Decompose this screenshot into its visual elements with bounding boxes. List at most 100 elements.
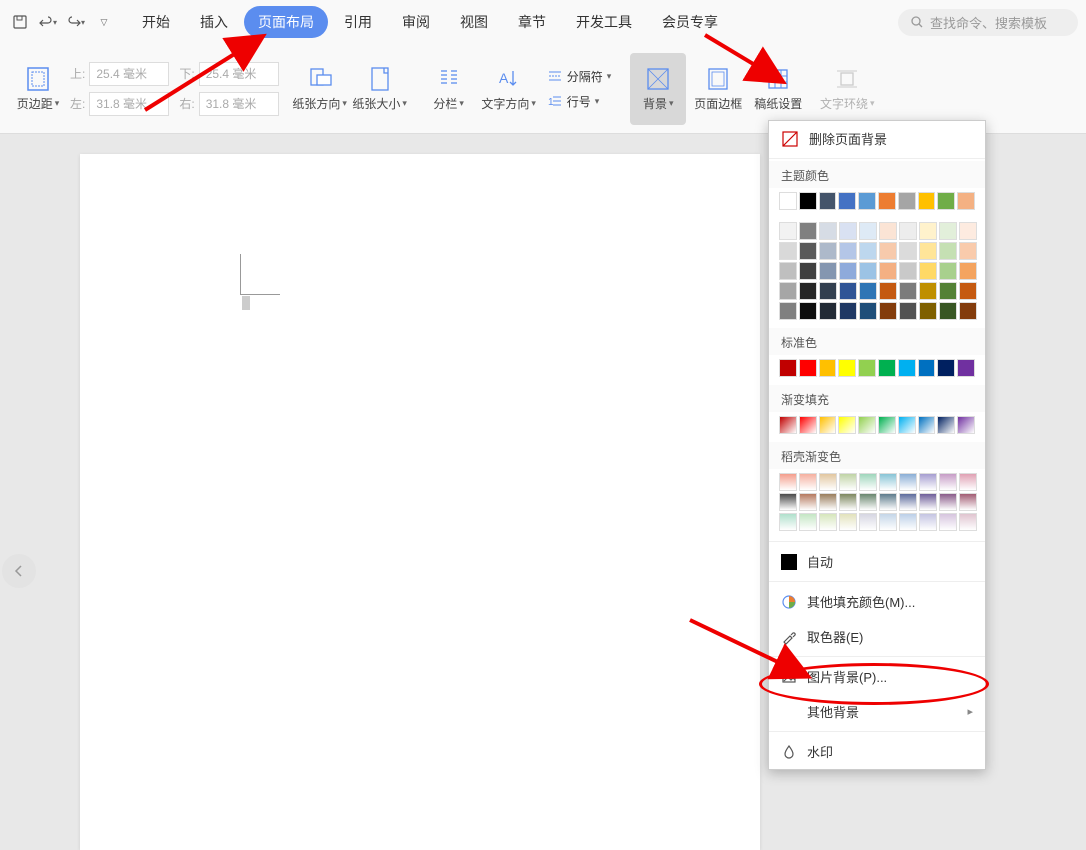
color-swatch[interactable] <box>899 513 917 531</box>
color-swatch[interactable] <box>799 262 817 280</box>
auto-color-item[interactable]: 自动 <box>769 544 985 579</box>
document-page[interactable] <box>80 154 760 850</box>
color-swatch[interactable] <box>819 359 837 377</box>
prev-page-button[interactable] <box>2 554 36 588</box>
color-swatch[interactable] <box>937 359 955 377</box>
color-swatch[interactable] <box>799 192 817 210</box>
color-swatch[interactable] <box>819 493 837 511</box>
color-swatch[interactable] <box>779 302 797 320</box>
color-swatch[interactable] <box>779 359 797 377</box>
separator-button[interactable]: 分隔符▾ <box>541 66 618 87</box>
margin-left-input[interactable] <box>89 92 169 116</box>
page-border-button[interactable]: 页面边框 <box>690 53 746 125</box>
color-swatch[interactable] <box>937 192 955 210</box>
color-swatch[interactable] <box>839 222 857 240</box>
color-swatch[interactable] <box>939 242 957 260</box>
color-swatch[interactable] <box>858 192 876 210</box>
color-swatch[interactable] <box>959 493 977 511</box>
color-swatch[interactable] <box>838 359 856 377</box>
color-swatch[interactable] <box>919 493 937 511</box>
color-swatch[interactable] <box>779 192 797 210</box>
color-swatch[interactable] <box>957 416 975 434</box>
color-swatch[interactable] <box>859 513 877 531</box>
color-swatch[interactable] <box>959 262 977 280</box>
menu-vip[interactable]: 会员专享 <box>648 6 732 38</box>
color-swatch[interactable] <box>839 302 857 320</box>
color-swatch[interactable] <box>839 493 857 511</box>
color-swatch[interactable] <box>919 222 937 240</box>
color-swatch[interactable] <box>959 513 977 531</box>
color-swatch[interactable] <box>919 242 937 260</box>
color-swatch[interactable] <box>799 416 817 434</box>
color-swatch[interactable] <box>779 513 797 531</box>
search-box[interactable]: 查找命令、搜索模板 <box>898 9 1078 36</box>
color-swatch[interactable] <box>859 473 877 491</box>
color-swatch[interactable] <box>939 262 957 280</box>
color-swatch[interactable] <box>879 493 897 511</box>
redo-icon[interactable]: ▾ <box>64 10 88 34</box>
columns-button[interactable]: 分栏 <box>421 53 477 125</box>
color-swatch[interactable] <box>918 192 936 210</box>
color-swatch[interactable] <box>898 416 916 434</box>
other-background-item[interactable]: 其他背景 ▸ <box>769 694 985 729</box>
watermark-item[interactable]: 水印 <box>769 734 985 769</box>
color-swatch[interactable] <box>819 262 837 280</box>
color-swatch[interactable] <box>879 473 897 491</box>
color-swatch[interactable] <box>937 416 955 434</box>
margin-bottom-input[interactable] <box>199 62 279 86</box>
color-swatch[interactable] <box>899 262 917 280</box>
color-swatch[interactable] <box>859 222 877 240</box>
color-swatch[interactable] <box>839 262 857 280</box>
color-swatch[interactable] <box>959 222 977 240</box>
more-colors-item[interactable]: 其他填充颜色(M)... <box>769 584 985 619</box>
color-swatch[interactable] <box>819 513 837 531</box>
color-swatch[interactable] <box>819 302 837 320</box>
color-swatch[interactable] <box>779 242 797 260</box>
color-swatch[interactable] <box>779 416 797 434</box>
color-swatch[interactable] <box>899 222 917 240</box>
color-swatch[interactable] <box>939 282 957 300</box>
color-swatch[interactable] <box>878 192 896 210</box>
menu-references[interactable]: 引用 <box>330 6 386 38</box>
color-swatch[interactable] <box>959 473 977 491</box>
color-swatch[interactable] <box>879 513 897 531</box>
color-swatch[interactable] <box>898 359 916 377</box>
margins-button[interactable]: 页边距 <box>10 53 66 125</box>
menu-start[interactable]: 开始 <box>128 6 184 38</box>
background-button[interactable]: 背景 <box>630 53 686 125</box>
menu-view[interactable]: 视图 <box>446 6 502 38</box>
color-swatch[interactable] <box>959 282 977 300</box>
manuscript-button[interactable]: 稿纸设置 <box>750 53 806 125</box>
color-swatch[interactable] <box>878 416 896 434</box>
paper-orientation-button[interactable]: 纸张方向 <box>292 53 348 125</box>
color-swatch[interactable] <box>939 222 957 240</box>
color-swatch[interactable] <box>939 493 957 511</box>
menu-page-layout[interactable]: 页面布局 <box>244 6 328 38</box>
color-swatch[interactable] <box>858 416 876 434</box>
color-swatch[interactable] <box>957 192 975 210</box>
undo-icon[interactable]: ▾ <box>36 10 60 34</box>
color-swatch[interactable] <box>779 473 797 491</box>
color-swatch[interactable] <box>879 282 897 300</box>
color-swatch[interactable] <box>879 302 897 320</box>
color-swatch[interactable] <box>819 192 837 210</box>
color-swatch[interactable] <box>839 513 857 531</box>
color-swatch[interactable] <box>899 493 917 511</box>
color-swatch[interactable] <box>858 359 876 377</box>
color-swatch[interactable] <box>799 513 817 531</box>
color-swatch[interactable] <box>839 242 857 260</box>
color-swatch[interactable] <box>799 473 817 491</box>
color-swatch[interactable] <box>899 242 917 260</box>
margin-right-input[interactable] <box>199 92 279 116</box>
color-swatch[interactable] <box>839 282 857 300</box>
color-swatch[interactable] <box>819 282 837 300</box>
color-swatch[interactable] <box>819 242 837 260</box>
text-direction-button[interactable]: A 文字方向 <box>481 53 537 125</box>
color-swatch[interactable] <box>899 302 917 320</box>
line-number-button[interactable]: 1行号▾ <box>541 91 618 112</box>
color-swatch[interactable] <box>959 302 977 320</box>
color-swatch[interactable] <box>779 222 797 240</box>
remove-background-item[interactable]: 删除页面背景 <box>769 121 985 156</box>
color-swatch[interactable] <box>919 302 937 320</box>
menu-devtools[interactable]: 开发工具 <box>562 6 646 38</box>
